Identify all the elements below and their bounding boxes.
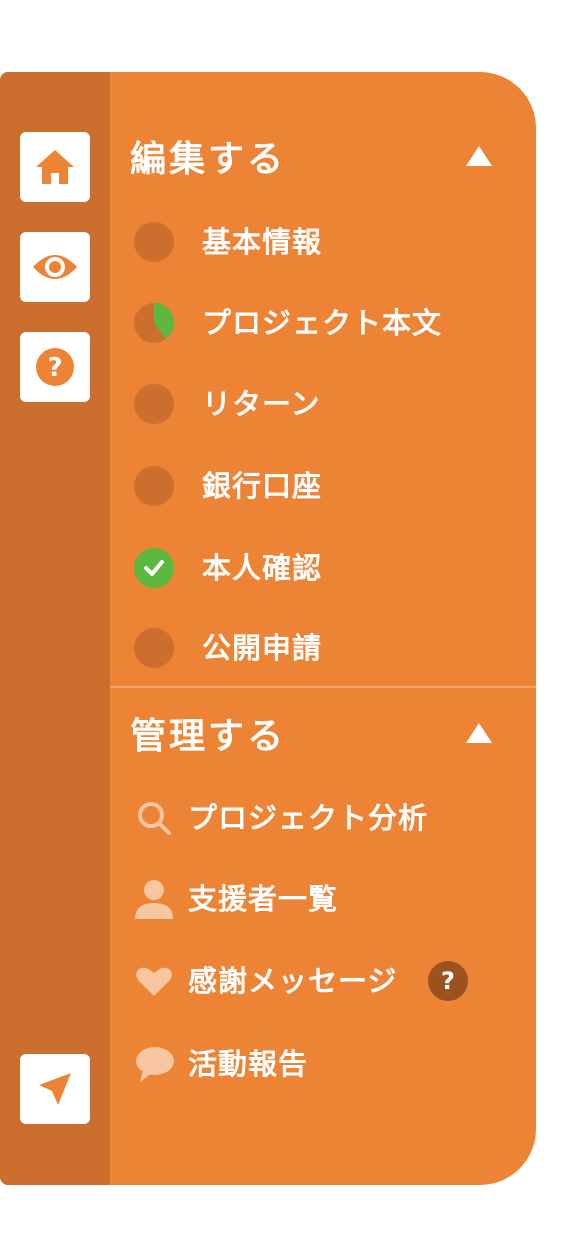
step-identity-verification[interactable]: 本人確認 <box>110 538 536 598</box>
step-label: 本人確認 <box>202 551 323 585</box>
status-dot-icon <box>134 628 174 668</box>
submit-button[interactable] <box>20 1054 90 1124</box>
heart-icon <box>134 961 174 1001</box>
search-icon <box>134 798 174 838</box>
step-label: リターン <box>202 387 321 421</box>
step-basic-info[interactable]: 基本情報 <box>110 212 536 272</box>
menu-supporter-list[interactable]: 支援者一覧 <box>110 869 536 929</box>
home-icon <box>36 150 74 184</box>
step-project-body[interactable]: プロジェクト本文 <box>110 293 536 353</box>
svg-text:?: ? <box>47 353 62 383</box>
menu-project-analytics[interactable]: プロジェクト分析 <box>110 788 536 848</box>
status-dot-icon <box>134 222 174 262</box>
help-button[interactable]: ? <box>20 332 90 402</box>
menu-label: 感謝メッセージ <box>188 964 398 998</box>
menu-label: プロジェクト分析 <box>188 801 429 835</box>
menu-label: 活動報告 <box>188 1047 309 1081</box>
preview-button[interactable] <box>20 232 90 302</box>
home-button[interactable] <box>20 132 90 202</box>
step-publish-request[interactable]: 公開申請 <box>110 618 536 678</box>
step-label: 公開申請 <box>202 631 323 665</box>
edit-section-title: 編集する <box>130 139 287 180</box>
section-divider <box>110 686 536 688</box>
help-badge-icon[interactable]: ? <box>428 961 468 1001</box>
menu-label: 支援者一覧 <box>188 882 339 916</box>
menu-activity-report[interactable]: 活動報告 <box>110 1034 536 1094</box>
paper-plane-icon <box>39 1073 71 1105</box>
manage-section-title: 管理する <box>130 716 287 757</box>
menu-thank-you-messages[interactable]: 感謝メッセージ ? <box>110 951 536 1011</box>
progress-pie-icon <box>134 302 175 343</box>
collapse-arrow-icon[interactable] <box>466 723 492 743</box>
speech-bubble-icon <box>134 1044 174 1084</box>
step-label: 基本情報 <box>202 225 323 259</box>
check-circle-icon <box>134 548 174 588</box>
navigation-panel: ? 編集する 基本情報 プロジェクト本文 リターン 銀行口座 本人確認 公開申請… <box>0 72 536 1185</box>
eye-icon <box>33 255 77 279</box>
icon-rail: ? <box>0 72 110 1185</box>
manage-section-header[interactable]: 管理する <box>110 703 536 763</box>
step-label: 銀行口座 <box>202 469 323 503</box>
status-dot-icon <box>134 384 174 424</box>
step-label: プロジェクト本文 <box>202 306 443 340</box>
edit-section-header[interactable]: 編集する <box>110 126 536 186</box>
step-bank-account[interactable]: 銀行口座 <box>110 456 536 516</box>
status-dot-icon <box>134 466 174 506</box>
collapse-arrow-icon[interactable] <box>466 146 492 166</box>
user-icon <box>134 879 174 919</box>
question-icon: ? <box>36 348 74 386</box>
step-rewards[interactable]: リターン <box>110 374 536 434</box>
